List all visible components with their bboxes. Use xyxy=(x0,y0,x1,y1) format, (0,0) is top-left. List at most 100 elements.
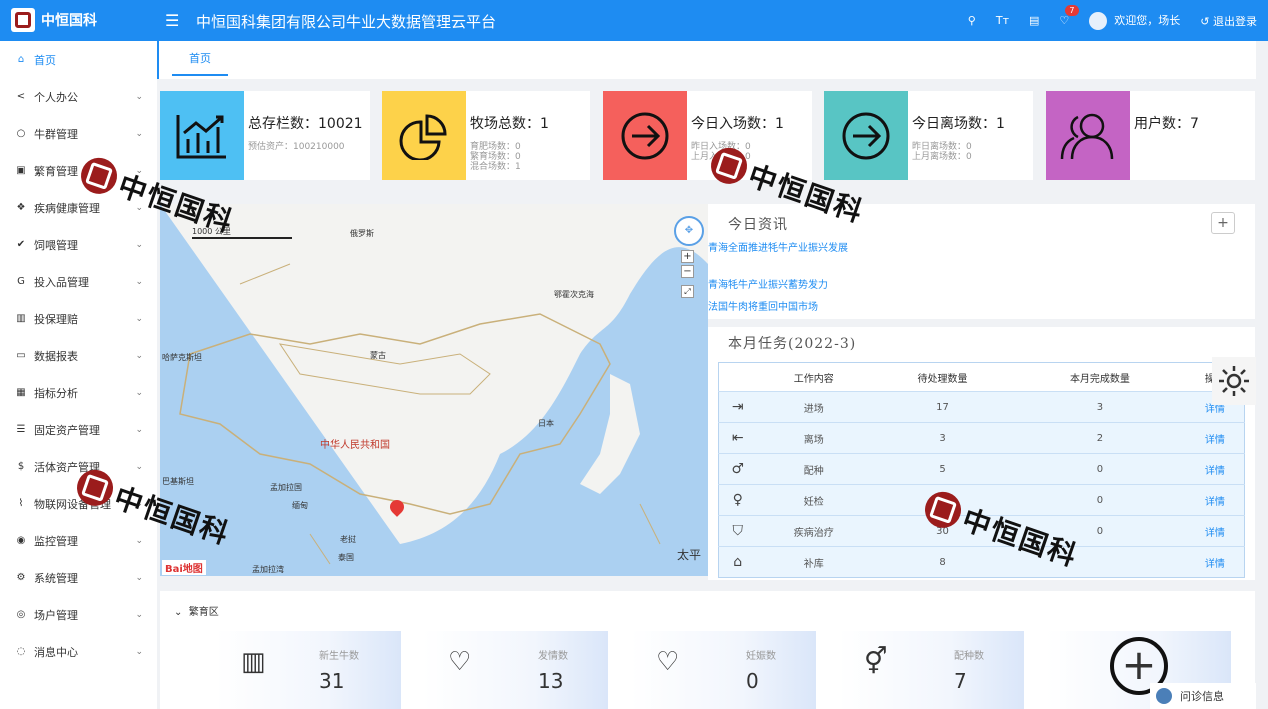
cell-task-name: 配种 xyxy=(756,453,871,485)
map-pan-icon[interactable]: ✥ xyxy=(674,216,704,246)
eye-icon: ◉ xyxy=(16,535,26,546)
table-row: ⇥ 进场 17 3 详情 xyxy=(718,391,1245,423)
stat-sub: 混合场数：1 xyxy=(470,162,521,172)
card-label: 妊娠数 xyxy=(746,651,776,662)
consult-button[interactable]: 问诊信息 xyxy=(1150,683,1256,709)
sidebar-item[interactable]: G 投入品管理 ⌄ xyxy=(0,263,157,300)
stat-main: 用户数：7 xyxy=(1134,116,1199,132)
map-label: 蒙古 xyxy=(370,351,386,360)
details-link[interactable]: 详情 xyxy=(1185,546,1245,578)
gender-icon: ⚥ xyxy=(864,647,888,677)
tab-home[interactable]: 首页 xyxy=(172,41,228,76)
task-icon: ♂ xyxy=(718,453,757,485)
task-icon: ⛉ xyxy=(718,515,757,547)
cog-icon: ⚙ xyxy=(16,572,26,583)
chevron-down-icon: ⌄ xyxy=(135,313,143,324)
tasks-title: 本月任务(2022-3) xyxy=(728,336,857,352)
card-value: 13 xyxy=(538,669,564,693)
details-link[interactable]: 详情 xyxy=(1185,484,1245,516)
sidebar-item[interactable]: ⌂ 首页 xyxy=(0,41,157,78)
map-label: 老挝 xyxy=(340,535,356,544)
sidebar-item-label: 首页 xyxy=(34,53,56,67)
sidebar-item-label: 繁育管理 xyxy=(34,164,78,178)
chevron-down-icon: ⌄ xyxy=(135,276,143,287)
sidebar-item-label: 投入品管理 xyxy=(34,275,89,289)
card-value: 0 xyxy=(746,669,759,693)
cell-task-name: 离场 xyxy=(756,422,871,454)
chevron-down-icon: ⌄ xyxy=(135,609,143,620)
breeding-card[interactable]: ▥ 新生牛数 31 xyxy=(216,631,401,709)
sidebar-item[interactable]: ▥ 投保理赔 ⌄ xyxy=(0,300,157,337)
cell-done: 0 xyxy=(1014,453,1186,485)
table-header: 本月完成数量 xyxy=(1014,362,1186,392)
sidebar-item[interactable]: ⚙ 系统管理 ⌄ xyxy=(0,559,157,596)
chevron-down-icon: ⌄ xyxy=(135,646,143,657)
sidebar-item[interactable]: ◎ 场户管理 ⌄ xyxy=(0,596,157,633)
zoom-in-icon[interactable]: + xyxy=(681,250,694,263)
breeding-section: ⌄ 繁育区 ▥ 新生牛数 31 ♡ 发情数 13 ♡ 妊娠数 0 ⚥ 配种数 7… xyxy=(160,591,1255,709)
card-label: 发情数 xyxy=(538,651,568,662)
breeding-header[interactable]: ⌄ 繁育区 xyxy=(174,603,219,618)
top-bar: 中恒国科 ☰ 中恒国科集团有限公司牛业大数据管理云平台 ⚲ Tт ▤ ♡ 7 欢迎… xyxy=(0,0,1268,41)
details-link[interactable]: 详情 xyxy=(1185,422,1245,454)
cell-done: 3 xyxy=(1014,391,1186,423)
chevron-down-icon: ⌄ xyxy=(135,424,143,435)
map-panel[interactable]: 1000 公里 俄罗斯 鄂霍次克海 蒙古 哈萨克斯坦 中华人民共和国 日本 巴基… xyxy=(160,204,708,576)
cell-pending: 17 xyxy=(870,391,1015,423)
document-icon[interactable]: ▤ xyxy=(1029,14,1039,27)
chart-square-icon: ▥ xyxy=(16,313,26,324)
news-link[interactable]: 法国牛肉将重回中国市场 xyxy=(708,298,818,313)
breeding-card[interactable]: ♡ 发情数 13 xyxy=(423,631,608,709)
chat-icon: ◌ xyxy=(16,646,26,657)
logout-label: 退出登录 xyxy=(1213,14,1257,28)
sidebar-item[interactable]: ✔ 饲喂管理 ⌄ xyxy=(0,226,157,263)
sidebar-item[interactable]: ◌ 消息中心 ⌄ xyxy=(0,633,157,670)
user-menu[interactable]: 欢迎您，场长 xyxy=(1089,11,1180,30)
stat-sub: 上月离场数：0 xyxy=(912,152,972,162)
zoom-out-icon[interactable]: − xyxy=(681,265,694,278)
breeding-card[interactable]: ♡ 妊娠数 0 xyxy=(631,631,816,709)
stat-sub: 繁育场数：0 xyxy=(470,152,521,162)
font-size-icon[interactable]: Tт xyxy=(996,14,1009,27)
chevron-down-icon: ⌄ xyxy=(135,128,143,139)
chevron-down-icon: ⌄ xyxy=(135,572,143,583)
task-icon: ⇥ xyxy=(718,391,757,423)
dollar-icon: $ xyxy=(17,461,25,472)
sidebar-item[interactable]: ☰ 固定资产管理 ⌄ xyxy=(0,411,157,448)
cell-task-name: 疾病治疗 xyxy=(756,515,871,547)
menu-toggle-icon[interactable]: ☰ xyxy=(165,11,179,30)
logout-button[interactable]: ↺ 退出登录 xyxy=(1200,13,1257,29)
search-icon[interactable]: ⚲ xyxy=(968,14,976,27)
stat-card-farms: 牧场总数：1 育肥场数：0 繁育场数：0 混合场数：1 xyxy=(382,91,590,180)
sidebar-item[interactable]: ◉ 监控管理 ⌄ xyxy=(0,522,157,559)
map-label: 孟加拉湾 xyxy=(252,565,284,574)
sidebar-item[interactable]: < 个人办公 ⌄ xyxy=(0,78,157,115)
home-icon: ⌂ xyxy=(17,54,25,65)
card-label: 新生牛数 xyxy=(319,651,359,662)
news-link[interactable]: 青海牦牛产业振兴蓄势发力 xyxy=(708,276,828,291)
news-link[interactable]: 青海全面推进牦牛产业振兴发展 xyxy=(708,239,848,254)
sidebar-item[interactable]: ▦ 指标分析 ⌄ xyxy=(0,374,157,411)
pie-chart-icon xyxy=(382,91,466,180)
sidebar-item[interactable]: ▭ 数据报表 ⌄ xyxy=(0,337,157,374)
map-label: 俄罗斯 xyxy=(350,229,374,238)
app-logo[interactable]: 中恒国科 xyxy=(11,8,97,32)
stat-main: 牧场总数：1 xyxy=(470,116,549,132)
add-button[interactable]: + xyxy=(1211,212,1235,234)
fullscreen-icon[interactable]: ⤢ xyxy=(681,285,694,298)
details-link[interactable]: 详情 xyxy=(1185,453,1245,485)
details-link[interactable]: 详情 xyxy=(1185,515,1245,547)
github-icon: ○ xyxy=(16,128,26,139)
avatar xyxy=(1089,11,1108,30)
breeding-card[interactable]: ⚥ 配种数 7 xyxy=(839,631,1024,709)
map-label: 中华人民共和国 xyxy=(320,440,390,451)
bell-icon[interactable]: ♡ 7 xyxy=(1059,5,1079,27)
settings-gear-icon[interactable] xyxy=(1212,357,1256,405)
id-card-icon: ▭ xyxy=(16,350,26,361)
sidebar-item-label: 牛群管理 xyxy=(34,127,78,141)
sidebar-item-label: 疾病健康管理 xyxy=(34,201,100,215)
sidebar-item[interactable]: ○ 牛群管理 ⌄ xyxy=(0,115,157,152)
instagram-icon: ◎ xyxy=(16,609,26,620)
logo-text: 中恒国科 xyxy=(41,13,97,29)
sidebar: ⌂ 首页 < 个人办公 ⌄ ○ 牛群管理 ⌄ ▣ 繁育管理 ⌄ ❖ 疾病健康管理 ⌄ ✔ 饲喂管理 ⌄ G 投入品管… xyxy=(0,41,157,709)
